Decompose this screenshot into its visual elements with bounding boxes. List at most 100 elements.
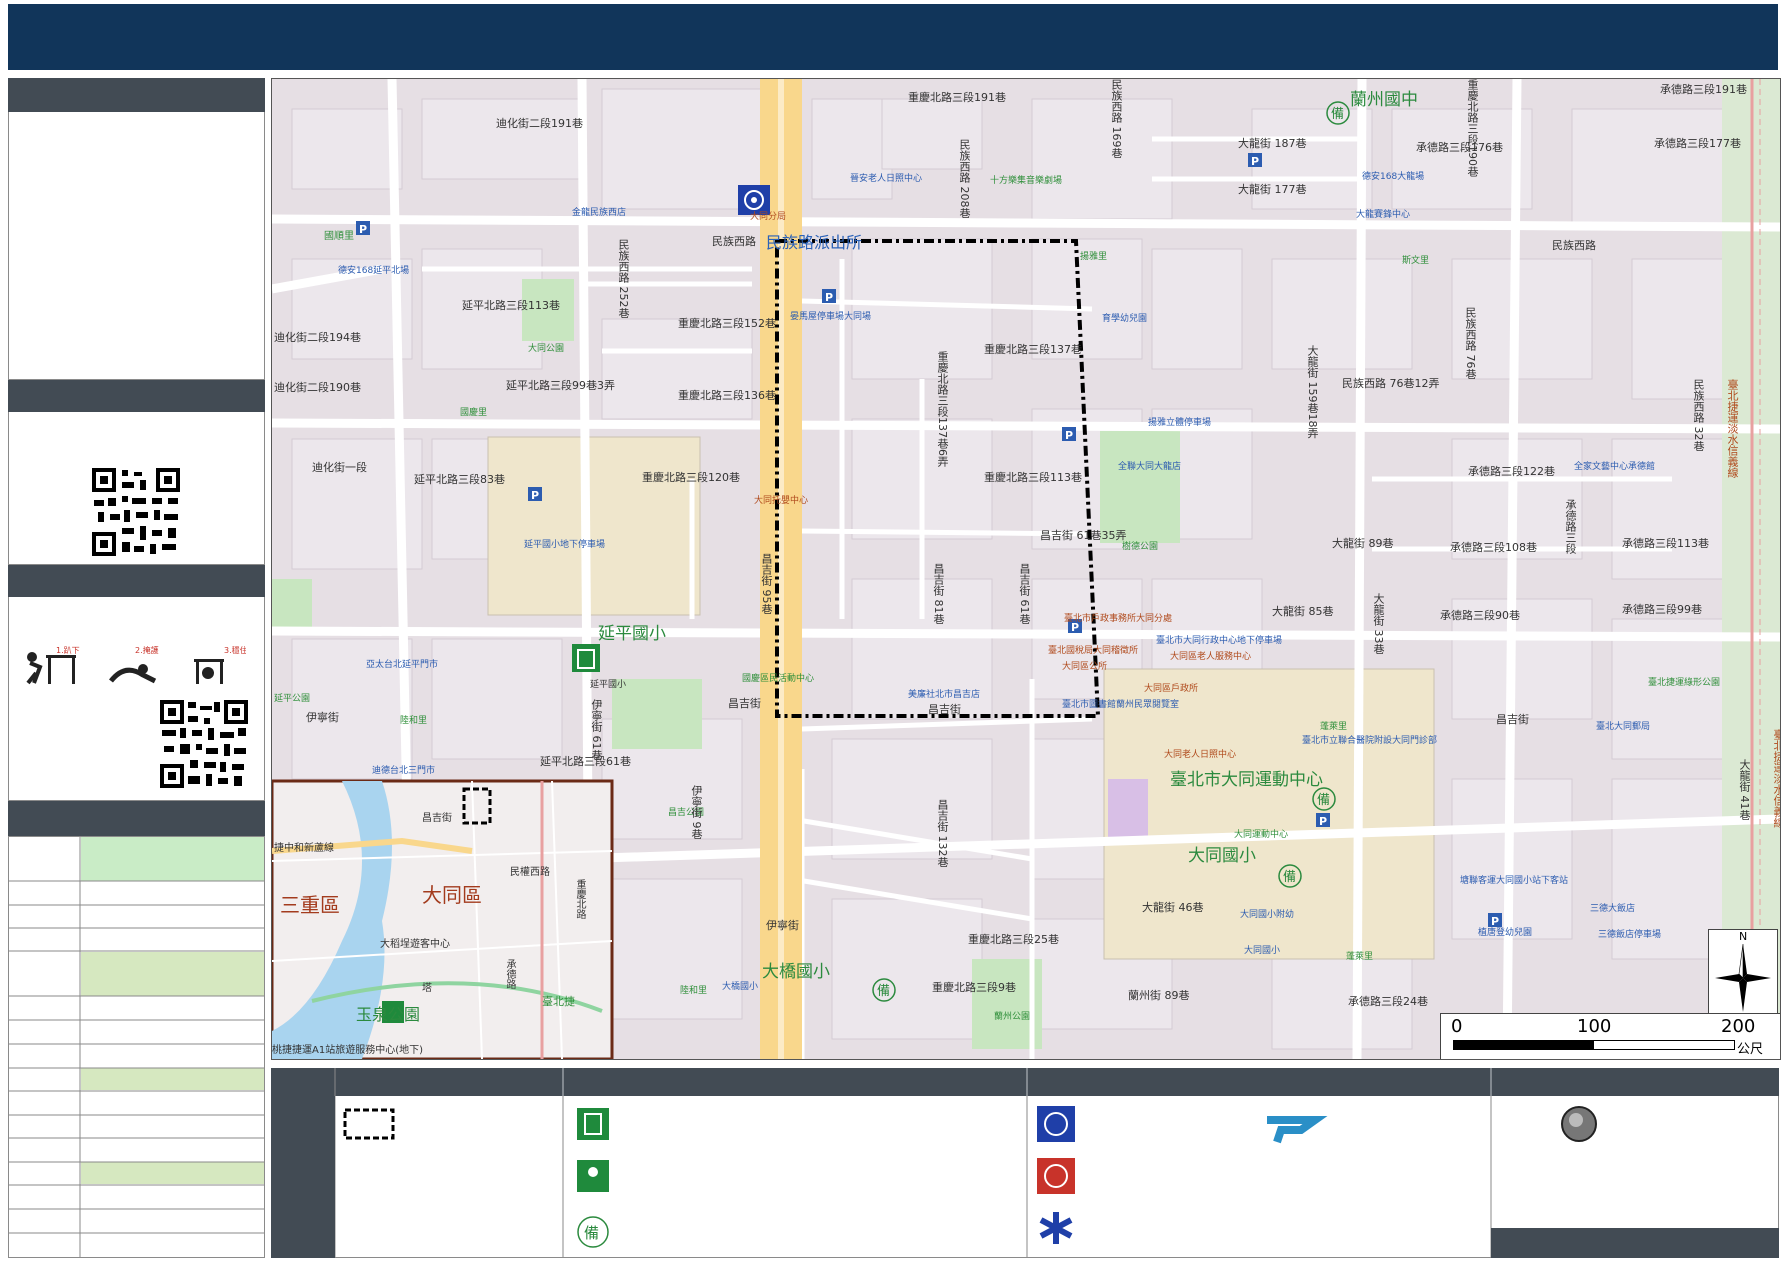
map-label-10: 延平北路三段113巷 xyxy=(462,299,560,312)
map-label-48: 大龍街 177巷 xyxy=(1238,183,1307,196)
map-label-62: 大龍街 85巷 xyxy=(1272,605,1334,618)
map-label-35: 臺北市戶政事務所大同分處 xyxy=(1064,614,1173,624)
svg-text:備: 備 xyxy=(584,1224,599,1242)
map-label-51: 民族西路 xyxy=(1552,239,1596,252)
map-vlabel-13: 伊寧街 61巷 xyxy=(590,699,603,761)
scale-max: 200 xyxy=(1721,1016,1756,1037)
svg-text:P: P xyxy=(531,489,539,502)
map-label-67: 昌吉街 xyxy=(1496,713,1529,726)
map-label-12: 大同公園 xyxy=(528,344,565,354)
map-label-46: 承德路三段176巷 xyxy=(1416,141,1503,154)
map-label-7: 民族路派出所 xyxy=(766,233,863,252)
svg-text:P: P xyxy=(825,291,833,304)
map-label-66: 延平公園 xyxy=(274,694,311,704)
legend-grid: 備 xyxy=(271,1068,1779,1258)
map-label-58: 樹德公園 xyxy=(1122,542,1159,552)
map-label-39: 大同區老人服務中心 xyxy=(1170,652,1252,662)
map-label-8: 國順里 xyxy=(324,231,354,242)
map-label-30: 育學幼兒園 xyxy=(1102,314,1148,324)
map-label-13: 延平北路三段99巷3弄 xyxy=(506,379,615,392)
map-label-38: 大同區公所 xyxy=(1062,662,1108,672)
map-label-83: 伊寧街 xyxy=(766,919,799,932)
inset-district-west: 三重區 xyxy=(280,893,340,917)
map-vlabel-10: 大龍街 33巷 xyxy=(1372,593,1385,655)
map-label-41: 美廉社北市昌吉店 xyxy=(908,690,981,700)
inset-district-east: 大同區 xyxy=(422,883,482,907)
map-label-54: 民族西路 76巷12弄 xyxy=(1342,377,1440,390)
map-label-96: 迪化街一段 xyxy=(312,461,367,474)
map-label-94: 迪化街二段190巷 xyxy=(274,381,361,394)
map[interactable]: 備備備備 P P P P P P P P 迪化街二段191巷 重慶北路三段191… xyxy=(271,78,1781,1060)
map-label-95: 伊寧街 xyxy=(306,711,339,724)
scale-unit: 公尺 xyxy=(1737,1042,1764,1057)
map-label-65: 臺北捷運綠形公園 xyxy=(1648,678,1721,688)
map-label-36: 臺北市大同行政中心地下停車場 xyxy=(1156,636,1283,646)
header-bar xyxy=(8,4,1778,70)
svg-text:備: 備 xyxy=(877,983,890,999)
svg-text:P: P xyxy=(359,223,367,236)
map-label-86: 重慶北路三段9巷 xyxy=(932,981,1016,994)
map-vlabel-2: 民族西路 208巷 xyxy=(958,139,971,219)
map-label-89: 陸和里 xyxy=(680,986,708,996)
map-label-28: 揚雅里 xyxy=(1080,252,1108,262)
map-label-21: 延平國小 xyxy=(590,680,627,690)
map-vlabel-17: 民族西路 169巷 xyxy=(1110,79,1123,159)
map-label-25: 陸和里 xyxy=(400,716,428,726)
map-label-63: 承德路三段90巷 xyxy=(1440,609,1520,622)
map-label-4: 大同分局 xyxy=(750,212,787,222)
map-label-37: 臺北國稅局大同稽徵所 xyxy=(1048,646,1139,656)
map-vlabel-9: 民族西路 32巷 xyxy=(1692,379,1705,452)
map-label-31: 重慶北路三段137巷 xyxy=(984,343,1082,356)
map-label-79: 塘聯客運大同國小站下客站 xyxy=(1460,876,1569,886)
scale-mid: 100 xyxy=(1577,1016,1612,1037)
map-label-68: 蓬萊里 xyxy=(1320,722,1348,732)
map-vlabel-4: 昌吉街 81巷 xyxy=(932,563,945,625)
map-label-32: 揚雅立體停車場 xyxy=(1148,418,1212,428)
map-label-18: 大同托嬰中心 xyxy=(754,496,809,506)
svg-text:2.掩護: 2.掩護 xyxy=(135,645,159,655)
inset-road-4: 重慶北路 xyxy=(574,879,585,919)
scale-zero: 0 xyxy=(1451,1016,1463,1037)
map-vlabel-14: 臺北捷運淡水信義線 xyxy=(1726,379,1739,478)
map-label-52: 承德路三段191巷 xyxy=(1660,83,1747,96)
map-label-90: 蘭州街 89巷 xyxy=(1128,989,1190,1002)
map-label-19: 延平國小地下停車場 xyxy=(524,540,606,550)
map-label-49: 大龍賽鋒中心 xyxy=(1356,210,1411,220)
map-vlabel-8: 承德路三段 xyxy=(1564,499,1577,554)
panel-info xyxy=(8,78,265,380)
map-label-14: 重慶北路三段136巷 xyxy=(678,389,776,402)
map-label-87: 大橋國小 xyxy=(762,962,830,982)
map-label-16: 延平北路三段83巷 xyxy=(414,473,505,486)
map-label-42: 臺北市圖書館蘭州民眾閱覽室 xyxy=(1062,700,1180,710)
map-label-5: 金龍民族西店 xyxy=(572,208,627,218)
map-label-88: 大橋國小 xyxy=(722,982,759,992)
map-label-74: 大同國小 xyxy=(1188,846,1256,866)
map-label-40: 大同區戶政所 xyxy=(1144,684,1199,694)
svg-text:P: P xyxy=(1251,155,1259,168)
map-label-47: 德安168大龍場 xyxy=(1362,172,1425,182)
map-label-33: 重慶北路三段113巷 xyxy=(984,471,1082,484)
qr-code-icon[interactable] xyxy=(92,468,180,556)
inset-road-3: 昌吉街 xyxy=(422,813,452,824)
panel-table-head xyxy=(8,801,265,836)
qr-code-safety-icon[interactable] xyxy=(160,700,248,788)
map-label-60: 承德路三段108巷 xyxy=(1450,541,1537,554)
svg-text:備: 備 xyxy=(1331,106,1344,122)
scale-segment-black xyxy=(1453,1040,1593,1050)
map-vlabel-16: 大龍街 41巷 xyxy=(1738,759,1751,821)
svg-text:備: 備 xyxy=(1317,792,1330,808)
shelter-icon-1 xyxy=(572,644,600,672)
map-label-91: 承德路三段24巷 xyxy=(1348,995,1428,1008)
compass: N xyxy=(1708,929,1778,1017)
hold-icon: 3.穩住 xyxy=(194,645,246,684)
inset-road-2: 民權西路 xyxy=(510,867,550,878)
compass-rose-icon xyxy=(1715,943,1771,1012)
map-label-6: 民族西路 xyxy=(712,235,756,248)
map-vlabel-11: 昌吉街 132巷 xyxy=(936,799,949,868)
svg-text:P: P xyxy=(1065,429,1073,442)
map-label-69: 臺北市立聯合醫院附設大同門診部 xyxy=(1302,736,1438,746)
panel-safety-head xyxy=(8,565,265,597)
map-label-73: 臺北大同郵局 xyxy=(1596,722,1651,732)
map-label-3: 十方樂集音樂劇場 xyxy=(990,176,1063,186)
inset-place-5: 塔 xyxy=(422,983,432,994)
